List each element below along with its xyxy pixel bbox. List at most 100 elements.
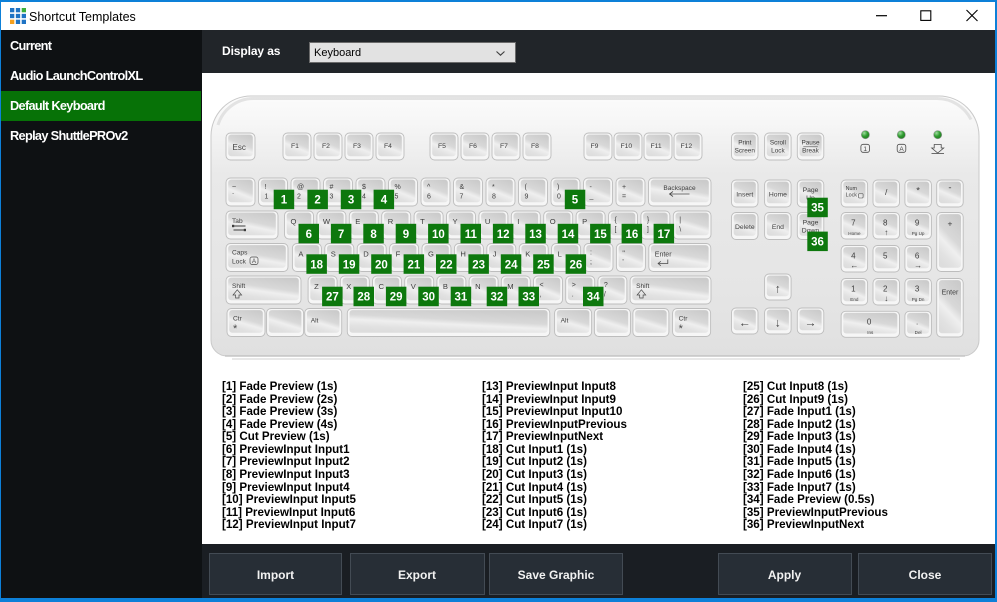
svg-text:31: 31	[455, 292, 468, 304]
svg-text:~: ~	[232, 184, 236, 191]
svg-text:Shift: Shift	[636, 283, 649, 290]
svg-text:17: 17	[658, 229, 671, 241]
svg-text:*: *	[233, 323, 238, 335]
svg-text:7: 7	[338, 229, 344, 241]
svg-text:7: 7	[851, 219, 856, 228]
svg-text:Alt: Alt	[561, 318, 569, 325]
svg-text:6: 6	[306, 229, 312, 241]
svg-text:O: O	[550, 217, 556, 226]
svg-text:7: 7	[460, 194, 464, 201]
svg-text:Lock: Lock	[771, 148, 785, 155]
svg-text:↑: ↑	[884, 228, 888, 237]
svg-text:': '	[622, 259, 623, 266]
svg-text:Page: Page	[803, 187, 819, 194]
svg-text:35: 35	[811, 203, 824, 215]
svg-text:5: 5	[572, 195, 579, 207]
svg-text:T: T	[420, 217, 425, 226]
svg-text:<: <	[540, 282, 544, 289]
svg-text:32: 32	[491, 292, 504, 304]
svg-text:|: |	[679, 217, 681, 224]
svg-text:Alt: Alt	[311, 318, 319, 325]
svg-text:28: 28	[357, 292, 370, 304]
svg-text:Enter: Enter	[942, 290, 959, 297]
svg-text:24: 24	[505, 259, 518, 271]
svg-text:+: +	[622, 184, 626, 191]
svg-text:30: 30	[422, 292, 435, 304]
svg-text:Del: Del	[915, 330, 922, 335]
svg-text:5: 5	[883, 252, 888, 261]
svg-text:34: 34	[587, 292, 600, 304]
svg-text:13: 13	[529, 229, 542, 241]
svg-text:Scroll: Scroll	[770, 140, 786, 147]
svg-text:16: 16	[626, 229, 639, 241]
svg-text:Ins: Ins	[867, 330, 874, 335]
svg-text:Lock: Lock	[232, 259, 247, 266]
svg-text:%: %	[395, 184, 401, 191]
svg-text:↓: ↓	[884, 294, 888, 303]
svg-text:←: ←	[850, 261, 858, 270]
svg-text:End: End	[850, 297, 859, 302]
svg-text:→: →	[914, 261, 922, 270]
svg-text:*: *	[916, 186, 920, 197]
svg-text:21: 21	[408, 259, 421, 271]
svg-text:Page: Page	[803, 220, 819, 227]
svg-text:1: 1	[265, 194, 269, 201]
svg-text:Ctr: Ctr	[679, 316, 689, 323]
svg-text:3: 3	[915, 285, 920, 294]
svg-text:G: G	[428, 250, 434, 259]
svg-text:33: 33	[522, 292, 535, 304]
svg-text:8: 8	[492, 194, 496, 201]
svg-text:0: 0	[867, 317, 872, 326]
svg-text:D: D	[363, 250, 369, 259]
svg-text:L: L	[558, 250, 562, 259]
svg-text:J: J	[493, 250, 497, 259]
svg-text:+: +	[948, 219, 953, 229]
svg-text:10: 10	[432, 229, 445, 241]
svg-text:1: 1	[281, 195, 288, 207]
svg-text:_: _	[589, 194, 594, 201]
svg-text:3: 3	[330, 194, 334, 201]
svg-text:A: A	[252, 259, 256, 265]
svg-text:12: 12	[497, 229, 510, 241]
svg-text:Enter: Enter	[655, 252, 672, 259]
svg-text:20: 20	[375, 259, 388, 271]
svg-text:Lock: Lock	[846, 193, 858, 199]
svg-text:A: A	[899, 146, 904, 153]
svg-text:I: I	[517, 217, 519, 226]
svg-text:F6: F6	[469, 143, 477, 150]
svg-text:Shift: Shift	[232, 283, 245, 290]
svg-text:Num: Num	[846, 186, 858, 192]
svg-text:@: @	[297, 184, 304, 191]
svg-text:←: ←	[739, 316, 751, 330]
svg-text:23: 23	[472, 259, 485, 271]
svg-text:Ctr: Ctr	[233, 316, 243, 323]
svg-text:/: /	[604, 292, 606, 299]
svg-text:Break: Break	[802, 148, 819, 155]
svg-text:F7: F7	[500, 143, 508, 150]
svg-text:N: N	[475, 282, 480, 291]
svg-text:X: X	[346, 282, 351, 291]
svg-text:F1: F1	[291, 143, 299, 150]
svg-text:2: 2	[297, 194, 301, 201]
svg-text:F: F	[396, 250, 401, 259]
svg-text:11: 11	[465, 229, 478, 241]
svg-text:R: R	[388, 217, 394, 226]
svg-text:M: M	[507, 282, 513, 291]
svg-text:!: !	[265, 184, 267, 191]
svg-text:6: 6	[915, 252, 920, 261]
svg-text:F10: F10	[621, 143, 633, 150]
svg-text:6: 6	[427, 194, 431, 201]
svg-text:9: 9	[915, 219, 920, 228]
svg-text:]: ]	[647, 227, 649, 234]
svg-text:>: >	[572, 282, 576, 289]
svg-text:;: ;	[590, 259, 592, 266]
svg-text:&: &	[460, 184, 465, 191]
svg-text:F8: F8	[531, 143, 539, 150]
svg-text:=: =	[622, 194, 626, 201]
svg-text:$: $	[362, 184, 366, 191]
svg-text:P: P	[582, 217, 587, 226]
svg-text:K: K	[525, 250, 530, 259]
svg-text:1: 1	[863, 146, 867, 153]
svg-text:`: `	[232, 194, 234, 201]
svg-text:4: 4	[851, 252, 856, 261]
